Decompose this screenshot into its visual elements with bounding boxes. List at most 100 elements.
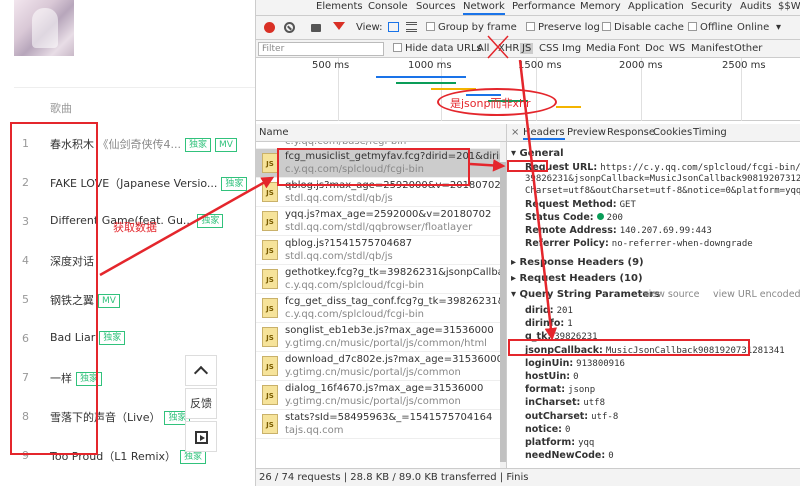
filter-manifest[interactable]: Manifest [691,43,734,54]
request-path: stdl.qq.com/stdl/qqbrowser/floatlayer [285,222,473,233]
query-param-row: hostUin: 0 [525,371,579,382]
preserve-log-checkbox[interactable]: Preserve log [526,22,600,33]
song-list-highlight [10,122,98,455]
tab-performance[interactable]: Performance [512,1,575,12]
query-string-section[interactable]: ▾ Query String Parameters [511,289,660,300]
clear-icon[interactable] [284,22,295,33]
filter-media[interactable]: Media [586,43,616,54]
offline-checkbox[interactable]: Offline [688,22,733,33]
filter-icon[interactable] [333,22,345,30]
tab-memory[interactable]: Memory [580,1,621,12]
overview-icon[interactable] [406,22,417,32]
filter-js[interactable]: JS [520,43,534,54]
close-icon[interactable]: × [511,127,519,138]
tab-cookies[interactable]: Cookies [653,127,692,138]
player-button[interactable] [185,421,217,452]
disable-cache-checkbox[interactable]: Disable cache [602,22,684,33]
request-headers-section[interactable]: ▸ Request Headers (10) [511,273,643,284]
tab-console[interactable]: Console [368,1,408,12]
filter-css[interactable]: CSS [539,43,559,54]
view-source-link[interactable]: view source [643,289,699,300]
request-row[interactable]: JS download_d7c802e.js?max_age=31536000 y.… [256,352,506,381]
tab-timing[interactable]: Timing [693,127,727,138]
timeline-label: 1000 ms [408,60,452,71]
album-cover[interactable] [14,0,74,56]
request-name: stats?sId=58495963&_=1541575704164 [285,412,493,423]
song-badge: MV [215,138,237,152]
request-path: c.y.qq.com/base/fcgi-bin [285,142,406,147]
remote-address-row: Remote Address: 140.207.69.99:443 [525,225,712,236]
feedback-button[interactable]: 反馈 [185,388,217,419]
tab-audits[interactable]: Audits [740,1,771,12]
request-url-cont: 39826231&jsonpCallback=MusicJsonCallback… [525,174,800,184]
request-name: qblog.js?1541575704687 [285,238,413,249]
request-path: c.y.qq.com/splcloud/fcgi-bin [285,309,424,320]
view-url-encoded-link[interactable]: view URL encoded [713,289,800,300]
song-subtitle: 《仙剑奇侠传4... [97,138,182,151]
checkbox-icon [688,22,697,31]
status-dot-icon [596,213,604,220]
request-row[interactable]: JS yqq.js?max_age=2592000&v=20180702 stdl.… [256,207,506,236]
tab-network[interactable]: Network [463,1,505,15]
devtools-tabbar: Elements Console Sources Network Perform… [256,0,800,16]
query-param-row: format: jsonp [525,384,596,396]
response-headers-section[interactable]: ▸ Response Headers (9) [511,257,644,268]
camera-icon[interactable] [311,24,321,32]
request-row[interactable]: JS fcg_get_diss_tag_conf.fcg?g_tk=3982623… [256,294,506,323]
throttling-select[interactable]: Online [737,22,769,33]
tab-security[interactable]: Security [691,1,732,12]
large-rows-icon[interactable] [388,22,399,32]
request-list-header[interactable]: Name [256,124,506,142]
timeline-label: 2500 ms [722,60,766,71]
timeline-label: 500 ms [312,60,350,71]
request-row[interactable]: JS gethotkey.fcg?g_tk=39826231&jsonpCallb… [256,265,506,294]
tab-response[interactable]: Response [607,127,655,138]
network-status-bar: 26 / 74 requests | 28.8 KB / 89.0 KB tra… [256,468,800,486]
tab-preview[interactable]: Preview [567,127,606,138]
timeline-bar [396,82,456,84]
timeline-label: 1500 ms [518,60,562,71]
status-summary: 26 / 74 requests | 28.8 KB / 89.0 KB tra… [259,472,529,483]
general-section[interactable]: ▾ General [511,148,564,159]
query-param-row: platform: yqq [525,437,595,448]
request-name: fcg_get_diss_tag_conf.fcg?g_tk=39826231&… [285,296,506,307]
filter-ws[interactable]: WS [669,43,685,54]
timeline-label: 2000 ms [619,60,663,71]
query-param-row: inCharset: utf8 [525,397,606,409]
timeline-bar [376,76,466,78]
tab-elements[interactable]: Elements [316,1,363,12]
song-badge: 独家 [197,214,224,228]
filter-all[interactable]: All [477,43,489,54]
filter-font[interactable]: Font [618,43,640,54]
back-to-top-button[interactable] [185,355,217,386]
filter-img[interactable]: Img [562,43,581,54]
divider [14,87,255,88]
group-by-frame-checkbox[interactable]: Group by frame [426,22,517,33]
request-name: yqq.js?max_age=2592000&v=20180702 [285,209,492,220]
detail-tabbar: × Headers Preview Response Cookies Timin… [507,124,800,142]
tab-headers[interactable]: Headers [523,127,565,140]
tab-application[interactable]: Application [628,1,684,12]
request-path: tajs.qq.com [285,425,344,436]
feedback-label: 反馈 [190,397,212,410]
request-row[interactable]: JS qblog.js?1541575704687 stdl.qq.com/stdl… [256,236,506,265]
hide-data-urls-checkbox[interactable]: Hide data URLs [393,43,482,54]
js-file-icon: JS [262,298,278,318]
tab-sources[interactable]: Sources [416,1,456,12]
request-path: c.y.qq.com/splcloud/fcgi-bin [285,280,424,291]
filter-xhr[interactable]: XHR [498,43,519,54]
filter-doc[interactable]: Doc [645,43,664,54]
request-row[interactable]: JS dialog_16f4670.js?max_age=31536000 y.gt… [256,381,506,410]
chevron-down-icon[interactable]: ▾ [776,22,781,33]
filter-other[interactable]: Other [734,43,762,54]
song-badge: 独家 [99,331,126,345]
filter-input[interactable]: Filter [258,42,384,56]
js-file-icon: JS [262,414,278,434]
request-row[interactable]: JS songlist_eb1eb3e.js?max_age=31536000 y.… [256,323,506,352]
tab-more[interactable]: $$Wa [778,1,800,12]
record-icon[interactable] [264,22,275,33]
request-row[interactable]: JS stats?sId=58495963&_=1541575704164tajs… [256,410,506,439]
request-path: stdl.qq.com/stdl/qb/js [285,251,393,262]
checkbox-icon [526,22,535,31]
jsonp-note: 是jsonp而非xhr [450,97,531,110]
